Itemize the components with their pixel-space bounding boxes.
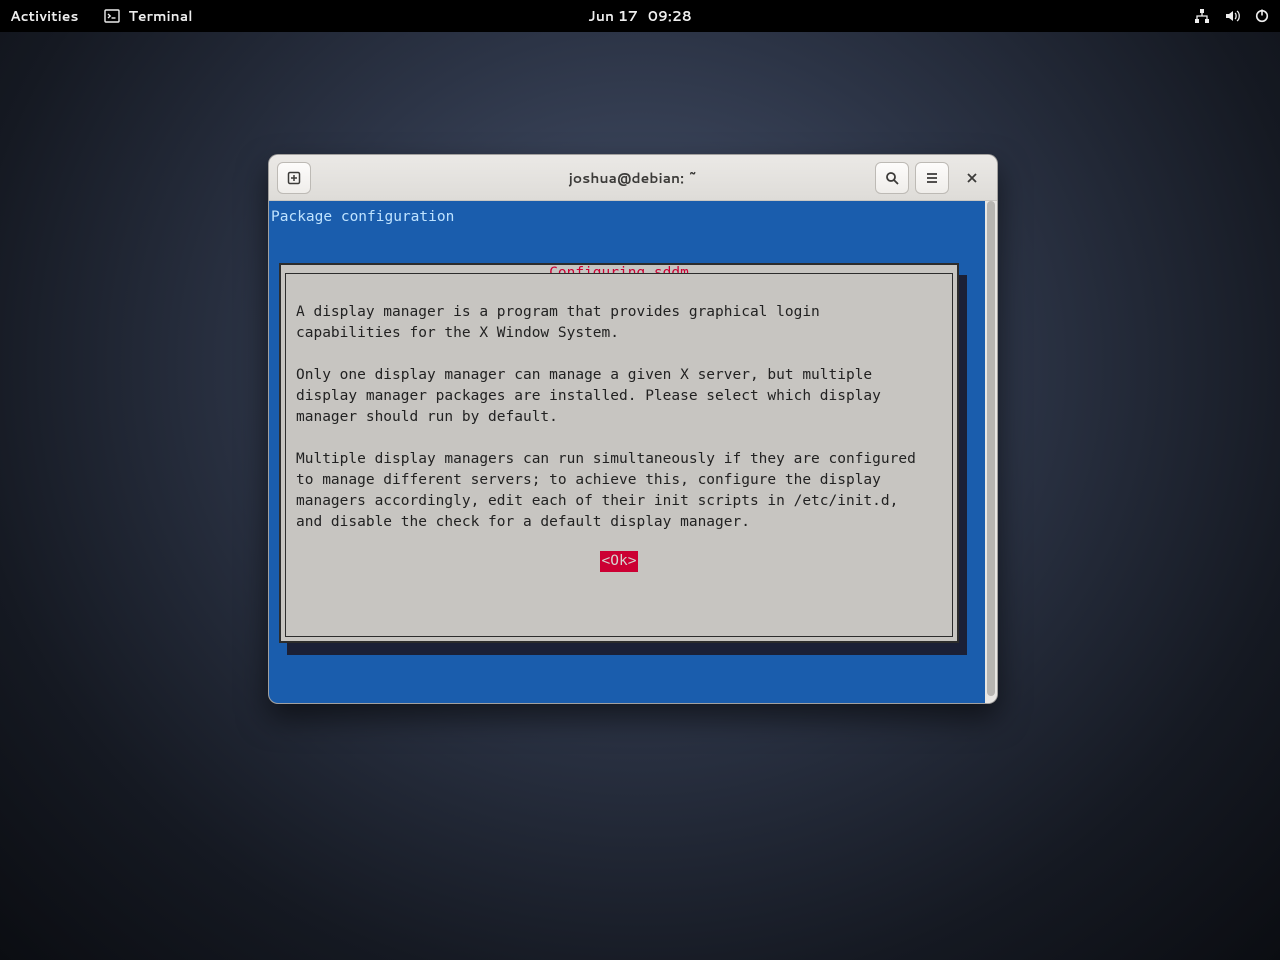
active-app-name: Terminal (128, 6, 192, 26)
network-icon (1194, 8, 1210, 24)
search-button[interactable] (875, 162, 909, 194)
active-app-indicator[interactable]: Terminal (104, 6, 192, 26)
terminal-app-icon (104, 8, 120, 24)
scrollbar-track[interactable] (985, 201, 997, 703)
ok-button[interactable]: <Ok> (600, 551, 638, 572)
clock-date: Jun 17 (588, 6, 638, 26)
clock[interactable]: Jun 17 09:28 (588, 6, 692, 26)
dialog-paragraph-1: A display manager is a program that prov… (296, 302, 942, 344)
close-button[interactable] (955, 162, 989, 194)
hamburger-menu-button[interactable] (915, 162, 949, 194)
power-icon (1254, 8, 1270, 24)
volume-icon (1224, 8, 1240, 24)
system-status-area[interactable] (1194, 8, 1270, 24)
new-tab-button[interactable] (277, 162, 311, 194)
dialog-paragraph-2: Only one display manager can manage a gi… (296, 365, 942, 428)
scrollbar-thumb[interactable] (987, 201, 995, 696)
terminal-viewport[interactable]: Package configuration Configuring sddm A… (269, 201, 985, 703)
gnome-top-bar: Activities Terminal Jun 17 09:28 (0, 0, 1280, 32)
debconf-dialog: Configuring sddm A display manager is a … (279, 263, 959, 643)
terminal-window: joshua@debian: ~ Package configuration C… (268, 154, 998, 704)
window-titlebar[interactable]: joshua@debian: ~ (269, 155, 997, 201)
activities-button[interactable]: Activities (10, 6, 78, 26)
package-configuration-header: Package configuration (271, 207, 454, 228)
clock-time: 09:28 (648, 6, 692, 26)
dialog-paragraph-3: Multiple display managers can run simult… (296, 449, 942, 533)
